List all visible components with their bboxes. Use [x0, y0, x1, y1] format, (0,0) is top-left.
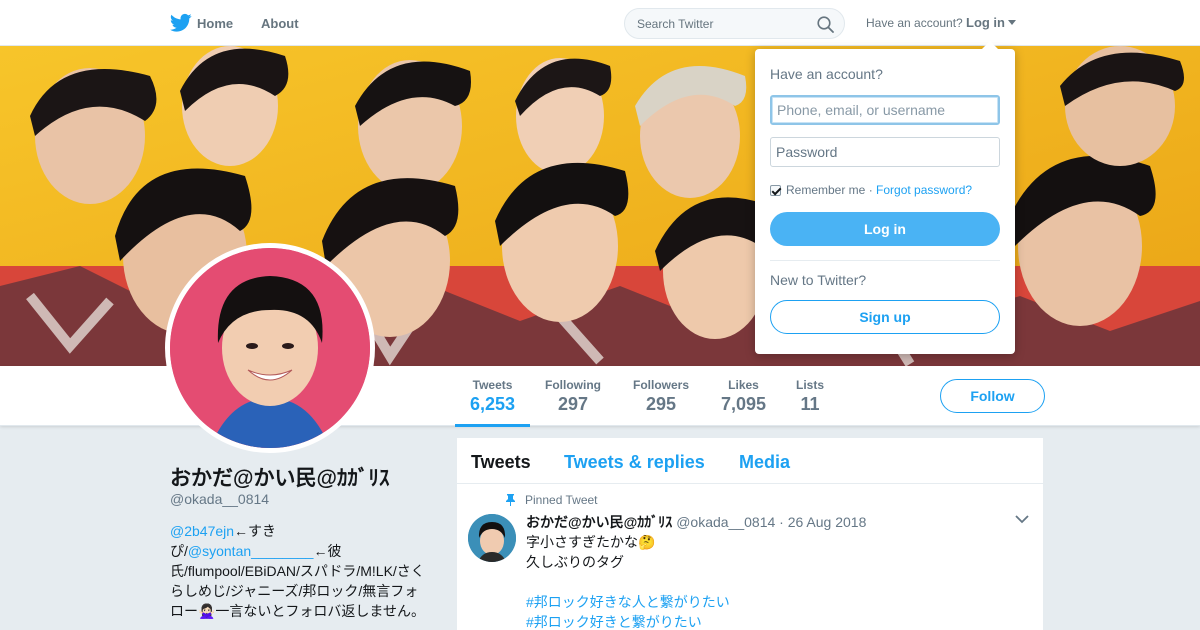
tweet-date[interactable]: · 26 Aug 2018 — [779, 514, 866, 530]
login-dropdown-title: Have an account? — [770, 66, 883, 82]
stat-value: 11 — [800, 394, 820, 414]
stat-value: 297 — [557, 394, 589, 414]
profile-bio: @2b47ejn←すきぴ/@syontan________←彼氏/flumpoo… — [170, 521, 432, 621]
username-input[interactable] — [770, 95, 1000, 125]
nav-home-link[interactable]: Home — [170, 12, 233, 34]
remember-me-row: Remember me · Forgot password? — [770, 183, 972, 197]
password-input[interactable] — [770, 137, 1000, 167]
tweet-author-handle[interactable]: @okada__0814 — [676, 514, 775, 530]
avatar-photo — [170, 248, 370, 448]
follow-button[interactable]: Follow — [940, 379, 1045, 413]
login-toggle-label: Log in — [966, 15, 1005, 30]
search-box — [624, 8, 845, 39]
profile-name: おかだ@かい民@ｶｶﾞﾘｽ — [170, 467, 390, 490]
login-button[interactable]: Log in — [770, 212, 1000, 246]
tweet-avatar-photo — [468, 514, 516, 562]
caret-down-icon — [1008, 20, 1016, 25]
bio-mention-link[interactable]: @syontan________ — [188, 543, 314, 559]
remember-me-checkbox[interactable] — [770, 184, 781, 196]
stat-label: Following — [545, 378, 601, 392]
forgot-password-link[interactable]: Forgot password? — [876, 183, 972, 197]
tab-media[interactable]: Media — [739, 452, 790, 473]
timeline: Tweets Tweets & replies Media Pinned Twe… — [456, 437, 1044, 630]
search-input[interactable] — [637, 17, 807, 31]
chevron-down-icon[interactable] — [1015, 514, 1029, 524]
stat-value: 7,095 — [721, 394, 767, 414]
tweet-avatar[interactable] — [468, 514, 516, 562]
stat-likes[interactable]: Likes 7,095 — [721, 378, 766, 415]
stat-label: Likes — [728, 378, 759, 392]
timeline-tabs: Tweets Tweets & replies Media — [457, 438, 1043, 484]
stat-value: 295 — [645, 394, 677, 414]
tweet-text: 字小さすぎたかな🤔 久しぶりのタグ #邦ロック好きな人と繋がりたい #邦ロック好… — [526, 532, 730, 630]
stat-label: Tweets — [472, 378, 513, 392]
stat-label: Lists — [796, 378, 825, 392]
pin-icon — [506, 494, 515, 506]
stat-label: Followers — [633, 378, 690, 392]
pinned-label: Pinned Tweet — [525, 493, 598, 507]
hashtag-link[interactable]: #邦ロック好きな人と繋がりたい — [526, 594, 730, 610]
pinned-indicator: Pinned Tweet — [505, 493, 598, 507]
divider — [770, 260, 1000, 261]
stat-following[interactable]: Following 297 — [545, 378, 601, 415]
signup-button[interactable]: Sign up — [770, 300, 1000, 334]
login-dropdown-toggle[interactable]: Log in — [966, 15, 1016, 30]
remember-me-label[interactable]: Remember me — [786, 183, 865, 197]
profile-avatar[interactable] — [165, 243, 375, 453]
tab-tweets-replies[interactable]: Tweets & replies — [564, 452, 705, 473]
new-to-twitter-text: New to Twitter? — [770, 272, 867, 288]
search-icon[interactable] — [817, 16, 834, 33]
tab-tweets[interactable]: Tweets — [471, 452, 531, 473]
tweet-header: おかだ@かい民@ｶｶﾞﾘｽ @okada__0814 · 26 Aug 2018 — [526, 512, 866, 532]
separator-dot: · — [865, 183, 877, 197]
bio-mention-link[interactable]: @2b47ejn — [170, 523, 234, 539]
stat-lists[interactable]: Lists 11 — [796, 378, 824, 415]
profile-handle[interactable]: @okada__0814 — [170, 491, 269, 507]
nav-home-label: Home — [197, 15, 234, 31]
twitter-bird-icon — [170, 13, 192, 32]
tweet-item[interactable]: Pinned Tweet おかだ@かい民@ｶｶﾞﾘｽ @okada__0814 … — [457, 484, 1043, 630]
top-nav: Home About Have an account? Log in — [0, 0, 1200, 46]
stat-value: 6,253 — [470, 394, 516, 414]
login-dropdown: Have an account? Remember me · Forgot pa… — [755, 41, 1015, 354]
tweet-line: 久しぶりのタグ — [526, 554, 624, 570]
stat-tweets[interactable]: Tweets 6,253 — [454, 378, 531, 427]
nav-about-link[interactable]: About — [261, 16, 299, 31]
tweet-author-name[interactable]: おかだ@かい民@ｶｶﾞﾘｽ — [526, 514, 672, 530]
tweet-line: 字小さすぎたかな🤔 — [526, 534, 656, 550]
hashtag-link[interactable]: #邦ロック好きと繋がりたい — [526, 614, 702, 630]
have-account-text: Have an account? — [866, 16, 963, 30]
stat-followers[interactable]: Followers 295 — [633, 378, 689, 415]
